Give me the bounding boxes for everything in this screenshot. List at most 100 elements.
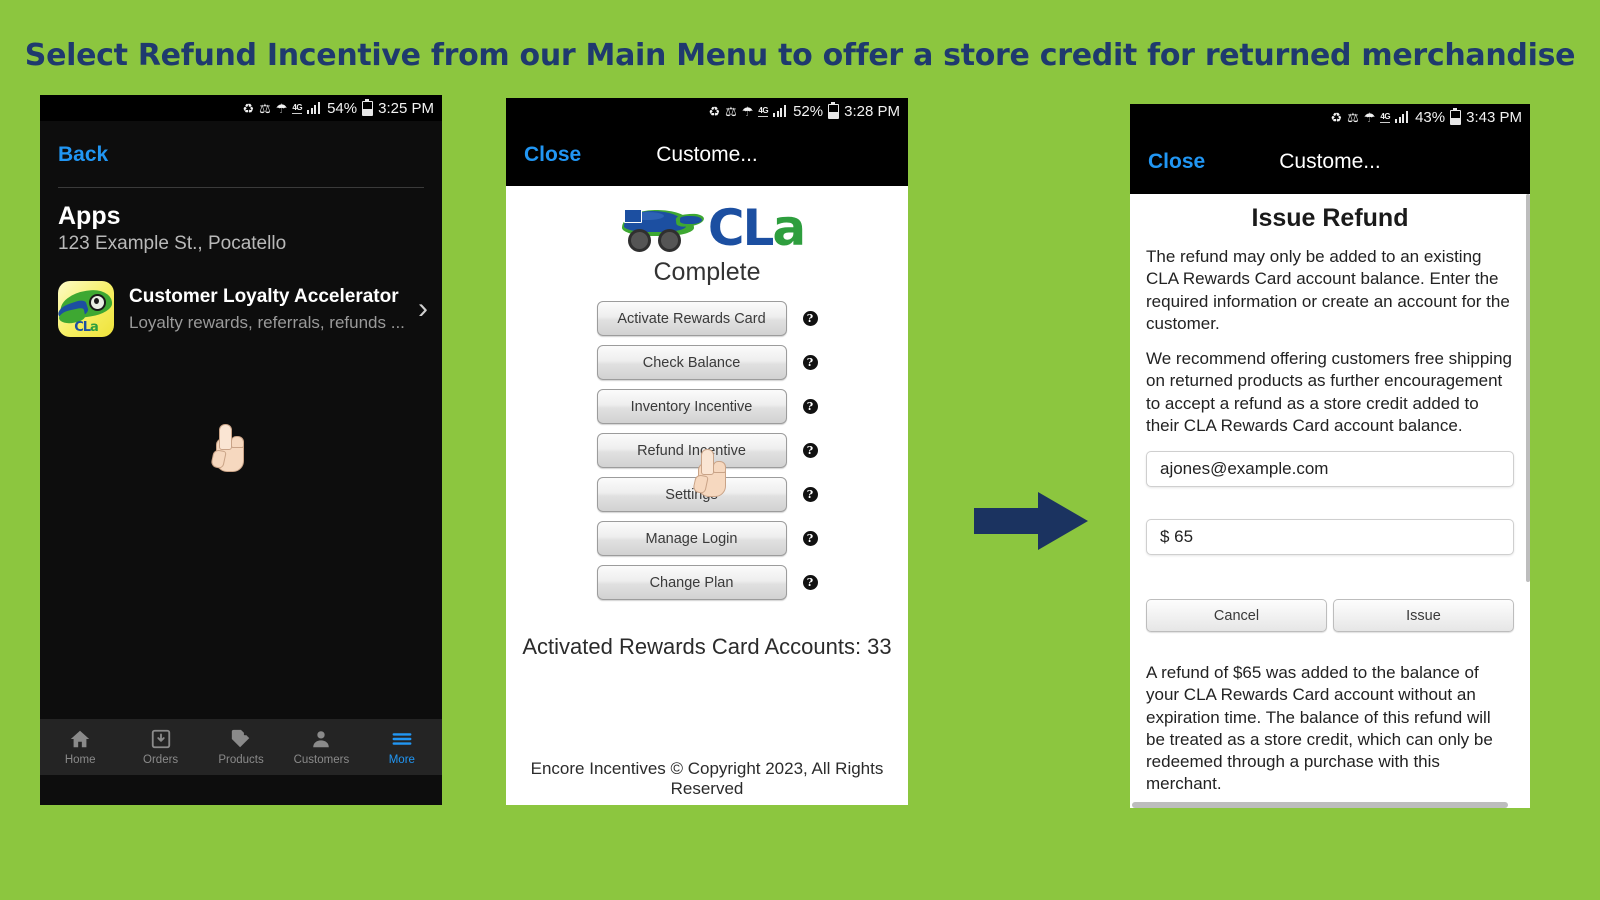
action-button-row: Cancel Issue (1146, 599, 1514, 633)
network-type-label: 4G (1380, 111, 1391, 123)
refund-description-paragraph-2: We recommend offering customers free shi… (1146, 349, 1512, 435)
logo-letter-a: a (772, 199, 806, 257)
issue-button[interactable]: Issue (1333, 599, 1514, 633)
status-bar: ♻ ⚖ ☂ 4G 54% 3:25 PM (40, 95, 442, 121)
menu-row: Activate Rewards Card ? (506, 301, 908, 336)
menu-row: Check Balance ? (506, 345, 908, 380)
hamburger-icon (391, 728, 413, 750)
logo-letter-l: L (742, 199, 775, 257)
person-icon (310, 728, 332, 750)
help-icon[interactable]: ? (802, 355, 818, 370)
cla-app-icon: CLa (58, 281, 114, 337)
data-saver-icon: ♻ (708, 103, 721, 119)
chevron-right-icon[interactable]: › (412, 292, 428, 326)
list-item-customer-loyalty-accelerator[interactable]: CLa Customer Loyalty Accelerator Loyalty… (40, 281, 442, 337)
close-button[interactable]: Close (506, 143, 581, 167)
help-icon[interactable]: ? (802, 443, 818, 458)
back-button[interactable]: Back (40, 121, 442, 167)
inbox-download-icon (150, 728, 172, 750)
title-bar: Close Custome... (1130, 130, 1530, 194)
turtle-logo-icon (610, 202, 706, 254)
battery-icon (828, 101, 840, 119)
phone-screen-main-menu: ♻ ⚖ ☂ 4G 52% 3:28 PM Close Custome... CL… (506, 98, 908, 805)
menu-button-settings[interactable]: Settings (596, 477, 787, 512)
menu-button-activate-rewards-card[interactable]: Activate Rewards Card (596, 301, 787, 336)
clock-label: 3:28 PM (844, 102, 900, 120)
battery-percent-label: 43% (1415, 108, 1446, 126)
menu-row: Refund Incentive ? (506, 433, 908, 468)
menu-row: Change Plan ? (506, 565, 908, 600)
issue-refund-body: Issue Refund The refund may only be adde… (1130, 194, 1530, 808)
signal-bars-icon (307, 102, 322, 114)
home-icon (69, 728, 91, 750)
help-icon[interactable]: ? (802, 575, 818, 590)
nav-item-home[interactable]: Home (40, 728, 120, 766)
nav-item-customers[interactable]: Customers (281, 728, 361, 766)
battery-percent-label: 54% (327, 99, 358, 117)
battery-percent-label: 52% (793, 102, 824, 120)
list-item-title: Customer Loyalty Accelerator (129, 285, 399, 307)
menu-row: Inventory Incentive ? (506, 389, 908, 424)
bluetooth-icon: ⚖ (259, 100, 271, 116)
refund-description-paragraph-1: The refund may only be added to an exist… (1146, 247, 1510, 333)
help-icon[interactable]: ? (802, 531, 818, 546)
issue-refund-heading: Issue Refund (1251, 204, 1409, 232)
nav-item-label: More (388, 754, 415, 766)
app-list-body: Back Apps 123 Example St., Pocatello CLa… (40, 121, 442, 775)
amount-field[interactable]: $ 65 (1146, 519, 1514, 556)
vertical-scrollbar[interactable] (1526, 194, 1530, 582)
main-menu-body: CLa Complete Activate Rewards Card ? Che… (506, 186, 908, 805)
phone-screen-issue-refund: ♻ ⚖ ☂ 4G 43% 3:43 PM Close Custome... Is… (1130, 104, 1530, 808)
copyright-footer: Encore Incentives © Copyright 2023, All … (530, 759, 884, 798)
horizontal-scrollbar[interactable] (1132, 802, 1508, 808)
nav-item-more[interactable]: More (362, 728, 442, 766)
help-icon[interactable]: ? (802, 487, 818, 502)
menu-row: Settings ? (506, 477, 908, 512)
status-bar: ♻ ⚖ ☂ 4G 43% 3:43 PM (1130, 104, 1530, 130)
network-type-label: 4G (758, 105, 769, 117)
menu-button-refund-incentive[interactable]: Refund Incentive (596, 433, 787, 468)
nav-item-label: Products (218, 754, 264, 766)
refund-confirmation-text: A refund of $65 was added to the balance… (1146, 663, 1493, 794)
logo-tagline: Complete (653, 258, 761, 286)
cancel-button[interactable]: Cancel (1146, 599, 1327, 633)
data-saver-icon: ♻ (1330, 109, 1343, 125)
help-icon[interactable]: ? (802, 399, 818, 414)
menu-row: Manage Login ? (506, 521, 908, 556)
menu-button-inventory-incentive[interactable]: Inventory Incentive (596, 389, 787, 424)
wifi-icon: ☂ (1363, 109, 1376, 125)
pointing-hand-cursor-icon (210, 424, 246, 472)
signal-bars-icon (773, 105, 788, 117)
network-type-label: 4G (292, 102, 303, 114)
section-title: Apps (58, 202, 121, 230)
wifi-icon: ☂ (741, 103, 754, 119)
status-bar: ♻ ⚖ ☂ 4G 52% 3:28 PM (506, 98, 908, 124)
battery-icon (362, 98, 374, 116)
menu-button-check-balance[interactable]: Check Balance (596, 345, 787, 380)
signal-bars-icon (1395, 111, 1410, 123)
nav-item-orders[interactable]: Orders (120, 728, 200, 766)
cla-complete-logo: CLa (506, 186, 908, 254)
help-icon[interactable]: ? (802, 311, 818, 326)
page-title: Select Refund Incentive from our Main Me… (24, 38, 1576, 73)
list-item-subtitle: Loyalty rewards, referrals, refunds ... (129, 312, 405, 332)
main-menu-list: Activate Rewards Card ? Check Balance ? … (506, 301, 908, 600)
wifi-icon: ☂ (275, 100, 288, 116)
email-field[interactable]: ajones@example.com (1146, 451, 1514, 488)
nav-item-label: Orders (143, 754, 179, 766)
activated-accounts-count: Activated Rewards Card Accounts: 33 (522, 634, 892, 659)
screen-title: Custome... (1279, 150, 1381, 173)
bottom-navigation-bar: Home Orders Products Customers More (40, 719, 442, 775)
clock-label: 3:25 PM (378, 99, 434, 117)
menu-button-change-plan[interactable]: Change Plan (596, 565, 787, 600)
title-bar: Close Custome... (506, 124, 908, 186)
nav-item-products[interactable]: Products (201, 728, 281, 766)
menu-button-manage-login[interactable]: Manage Login (596, 521, 787, 556)
tag-icon (230, 728, 252, 750)
logo-letter-c: C (707, 199, 745, 257)
data-saver-icon: ♻ (242, 100, 255, 116)
cla-wordmark: CLa (707, 199, 806, 257)
clock-label: 3:43 PM (1466, 108, 1522, 126)
nav-item-label: Home (64, 754, 96, 766)
battery-icon (1450, 107, 1462, 125)
